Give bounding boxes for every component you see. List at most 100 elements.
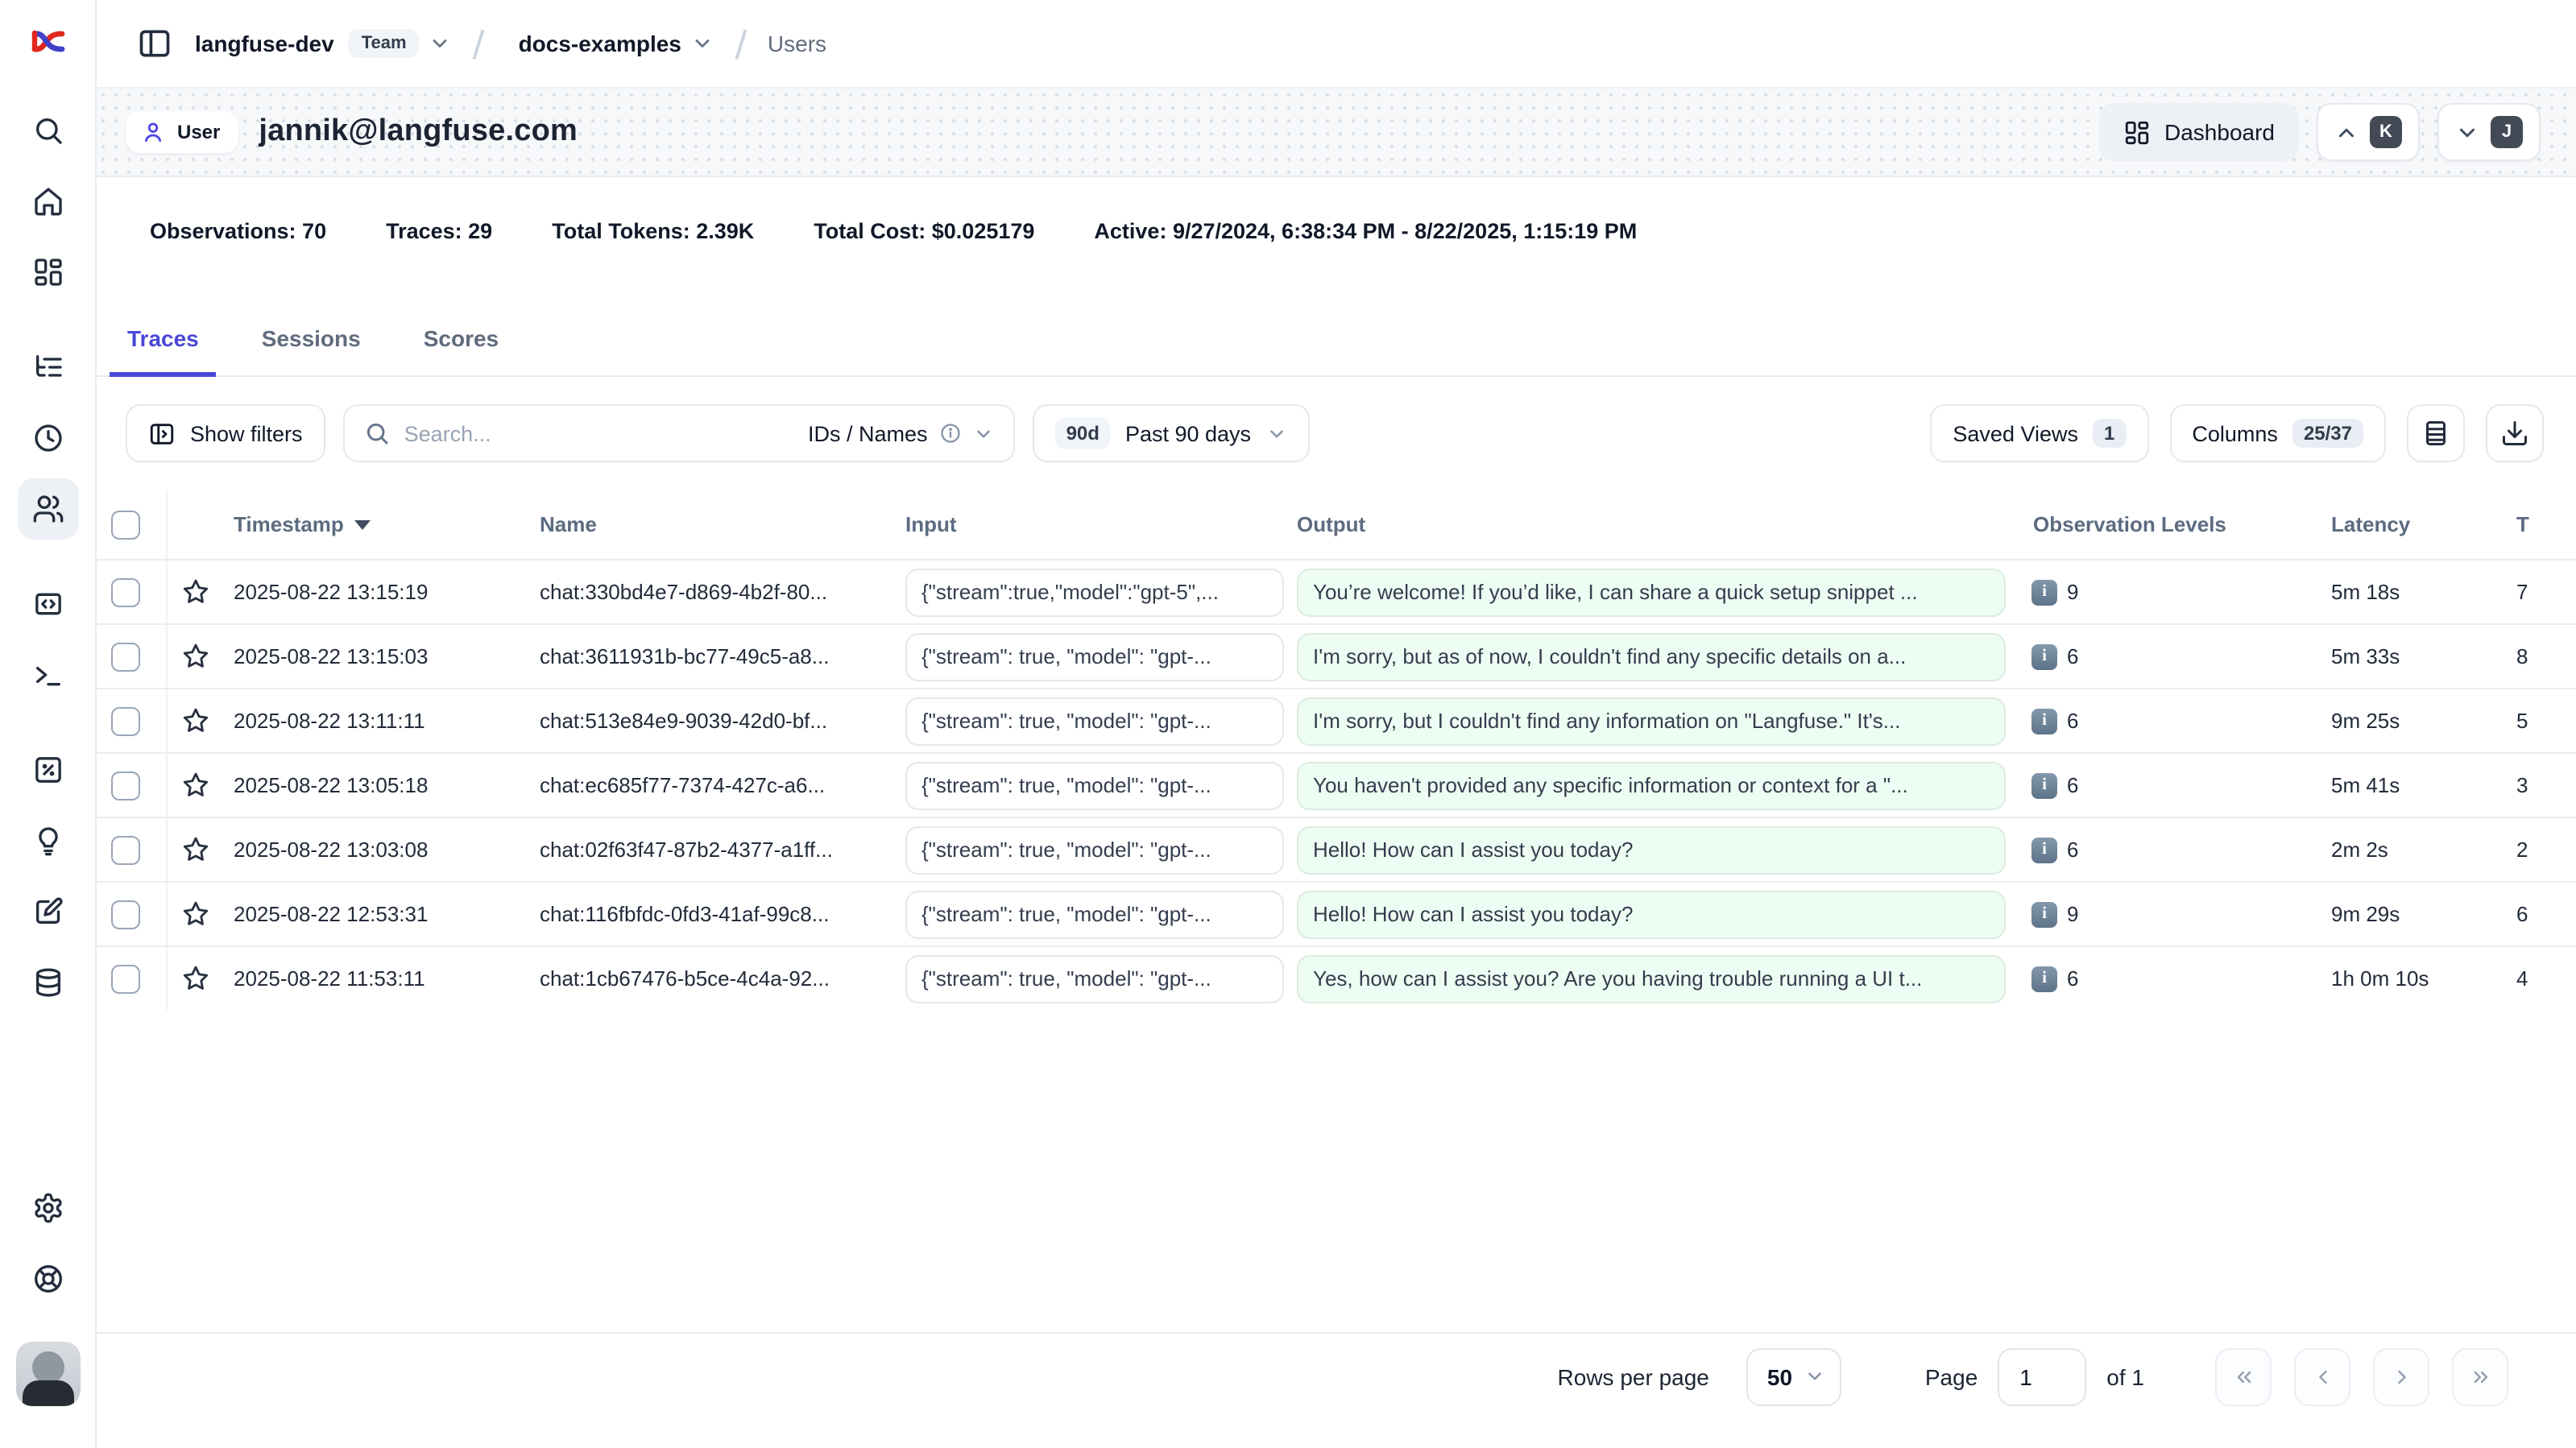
export-button[interactable] [2486, 404, 2544, 462]
input-preview[interactable]: {"stream":true,"model":"gpt-5",... [905, 568, 1284, 616]
output-preview[interactable]: You’re welcome! If you’d like, I can sha… [1297, 568, 2006, 616]
tab-scores[interactable]: Scores [406, 325, 516, 377]
output-preview[interactable]: I'm sorry, but as of now, I couldn't fin… [1297, 632, 2006, 681]
sidebar-item-sessions[interactable] [17, 408, 78, 469]
sidebar-item-datasets[interactable] [17, 952, 78, 1013]
table-row[interactable]: 2025-08-22 13:15:19 chat:330bd4e7-d869-4… [97, 559, 2576, 623]
previous-page-button[interactable] [2294, 1347, 2350, 1405]
input-preview[interactable]: {"stream": true, "model": "gpt-... [905, 761, 1284, 809]
row-checkbox[interactable] [111, 964, 140, 993]
sidebar-item-tracing[interactable] [17, 337, 78, 398]
column-header-latency[interactable]: Latency [2320, 512, 2505, 536]
favorite-star-icon[interactable] [180, 705, 211, 736]
row-height-button[interactable] [2407, 404, 2465, 462]
favorite-star-icon[interactable] [180, 899, 211, 929]
output-preview[interactable]: Yes, how can I assist you? Are you havin… [1297, 954, 2006, 1003]
row-checkbox[interactable] [111, 835, 140, 864]
row-select-cell [97, 561, 168, 623]
timestamp-cell[interactable]: 2025-08-22 13:15:19 [222, 580, 528, 604]
output-preview[interactable]: Hello! How can I assist you today? [1297, 890, 2006, 938]
timestamp-cell[interactable]: 2025-08-22 11:53:11 [222, 966, 528, 991]
table-row[interactable]: 2025-08-22 13:11:11 chat:513e84e9-9039-4… [97, 688, 2576, 752]
last-page-button[interactable] [2452, 1347, 2508, 1405]
next-user-button[interactable]: J [2437, 103, 2541, 161]
sidebar-item-prompts[interactable] [17, 573, 78, 635]
sidebar-item-home[interactable] [17, 171, 78, 232]
rows-per-page-select[interactable]: 50 [1746, 1347, 1841, 1405]
timestamp-cell[interactable]: 2025-08-22 13:03:08 [222, 838, 528, 862]
column-header-name[interactable]: Name [528, 512, 894, 536]
sidebar-item-ideas[interactable] [17, 810, 78, 871]
project-switcher-chevron-icon[interactable] [691, 32, 714, 55]
search-scope-dropdown[interactable]: IDs / Names [808, 421, 994, 445]
timestamp-cell[interactable]: 2025-08-22 13:15:03 [222, 644, 528, 668]
input-preview[interactable]: {"stream": true, "model": "gpt-... [905, 632, 1284, 681]
output-preview[interactable]: Hello! How can I assist you today? [1297, 825, 2006, 874]
time-range-button[interactable]: 90d Past 90 days [1033, 404, 1309, 462]
observation-levels-cell: i 6 [2022, 966, 2320, 991]
sidebar-item-support[interactable] [17, 1248, 78, 1309]
breadcrumb-project[interactable]: docs-examples [519, 31, 681, 56]
next-page-button[interactable] [2373, 1347, 2429, 1405]
first-page-button[interactable] [2215, 1347, 2272, 1405]
page-number-input[interactable] [1997, 1347, 2085, 1405]
name-cell[interactable]: chat:330bd4e7-d869-4b2f-80... [528, 580, 894, 604]
column-header-observation-levels[interactable]: Observation Levels [2022, 512, 2320, 536]
table-row[interactable]: 2025-08-22 12:53:31 chat:116fbfdc-0fd3-4… [97, 881, 2576, 945]
sidebar-item-evaluation[interactable] [17, 739, 78, 801]
row-checkbox[interactable] [111, 706, 140, 735]
sidebar-item-dashboards[interactable] [17, 242, 78, 303]
name-cell[interactable]: chat:ec685f77-7374-427c-a6... [528, 773, 894, 797]
timestamp-cell[interactable]: 2025-08-22 13:05:18 [222, 773, 528, 797]
output-preview[interactable]: I'm sorry, but I couldn't find any infor… [1297, 697, 2006, 745]
name-cell[interactable]: chat:513e84e9-9039-42d0-bf... [528, 709, 894, 733]
user-avatar[interactable] [15, 1342, 80, 1406]
input-preview[interactable]: {"stream": true, "model": "gpt-... [905, 697, 1284, 745]
timestamp-cell[interactable]: 2025-08-22 13:11:11 [222, 709, 528, 733]
columns-button[interactable]: Columns 25/37 [2169, 404, 2386, 462]
tab-sessions[interactable]: Sessions [244, 325, 379, 377]
table-row[interactable]: 2025-08-22 13:03:08 chat:02f63f47-87b2-4… [97, 817, 2576, 881]
favorite-star-icon[interactable] [180, 577, 211, 607]
name-cell[interactable]: chat:3611931b-bc77-49c5-a8... [528, 644, 894, 668]
column-header-timestamp[interactable]: Timestamp [222, 512, 528, 536]
input-preview[interactable]: {"stream": true, "model": "gpt-... [905, 890, 1284, 938]
row-checkbox[interactable] [111, 642, 140, 671]
sidebar-item-users[interactable] [17, 478, 78, 540]
favorite-star-icon[interactable] [180, 770, 211, 801]
search-input[interactable] [404, 421, 793, 445]
row-checkbox[interactable] [111, 771, 140, 800]
select-all-checkbox[interactable] [111, 510, 140, 539]
saved-views-button[interactable]: Saved Views 1 [1930, 404, 2148, 462]
favorite-star-icon[interactable] [180, 834, 211, 865]
row-checkbox[interactable] [111, 577, 140, 606]
table-row[interactable]: 2025-08-22 13:05:18 chat:ec685f77-7374-4… [97, 752, 2576, 817]
favorite-star-icon[interactable] [180, 641, 211, 672]
column-header-total-cost-clipped[interactable]: T [2505, 512, 2576, 536]
dashboard-button[interactable]: Dashboard [2098, 103, 2299, 161]
column-header-output[interactable]: Output [1286, 512, 2022, 536]
sidebar-item-search[interactable] [17, 100, 78, 161]
previous-user-button[interactable]: K [2317, 103, 2420, 161]
row-checkbox[interactable] [111, 900, 140, 929]
sidebar-toggle-icon[interactable] [137, 26, 172, 61]
table-row[interactable]: 2025-08-22 11:53:11 chat:1cb67476-b5ce-4… [97, 945, 2576, 1010]
input-preview[interactable]: {"stream": true, "model": "gpt-... [905, 954, 1284, 1003]
table-row[interactable]: 2025-08-22 13:15:03 chat:3611931b-bc77-4… [97, 623, 2576, 688]
show-filters-button[interactable]: Show filters [126, 404, 325, 462]
tab-traces[interactable]: Traces [110, 325, 217, 377]
breadcrumb-org[interactable]: langfuse-dev [195, 31, 334, 56]
sidebar-item-playground[interactable] [17, 644, 78, 705]
sidebar-item-settings[interactable] [17, 1177, 78, 1239]
name-cell[interactable]: chat:116fbfdc-0fd3-41af-99c8... [528, 902, 894, 926]
output-preview[interactable]: You haven't provided any specific inform… [1297, 761, 2006, 809]
timestamp-cell[interactable]: 2025-08-22 12:53:31 [222, 902, 528, 926]
name-cell[interactable]: chat:02f63f47-87b2-4377-a1ff... [528, 838, 894, 862]
favorite-star-icon[interactable] [180, 963, 211, 994]
input-preview[interactable]: {"stream": true, "model": "gpt-... [905, 825, 1284, 874]
org-switcher-chevron-icon[interactable] [429, 32, 452, 55]
langfuse-logo-icon[interactable] [28, 26, 67, 58]
name-cell[interactable]: chat:1cb67476-b5ce-4c4a-92... [528, 966, 894, 991]
column-header-input[interactable]: Input [894, 512, 1286, 536]
sidebar-item-annotation[interactable] [17, 881, 78, 942]
